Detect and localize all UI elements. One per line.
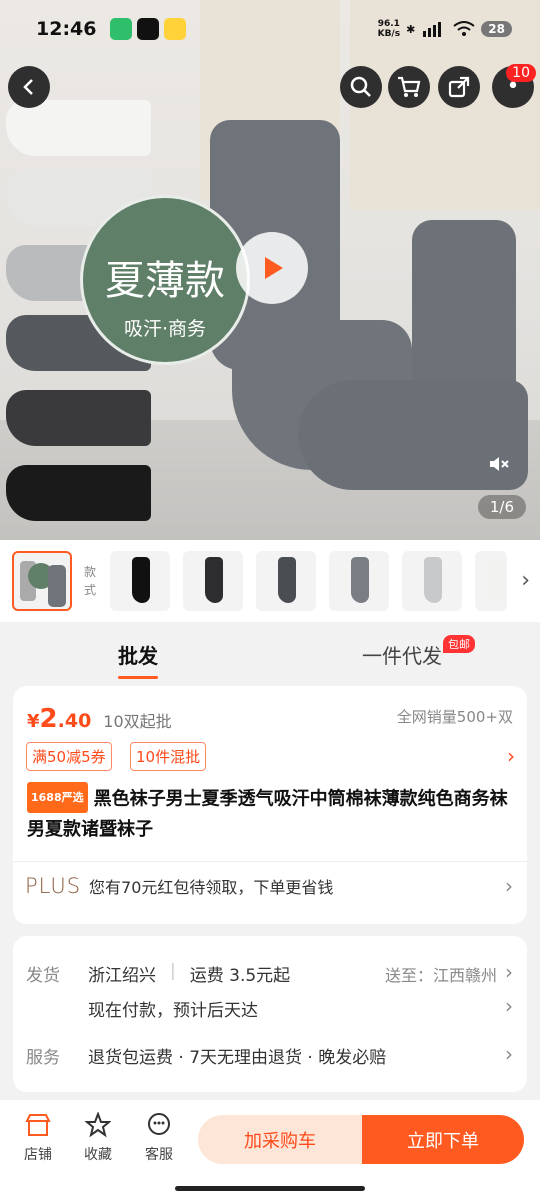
- price-row: ¥ 2 .40 10双起批: [27, 704, 172, 734]
- ship-eta: 现在付款，预计后天达: [88, 1001, 258, 1021]
- thumb-light-gray[interactable]: [402, 551, 462, 611]
- wifi-icon: [453, 21, 475, 36]
- price-integer: 2: [39, 704, 58, 734]
- back-button[interactable]: [8, 66, 50, 108]
- min-order: 10双起批: [103, 712, 172, 731]
- play-video-button[interactable]: [236, 232, 308, 304]
- product-title: 1688严选 黑色袜子男士夏季透气吸汗中筒棉袜薄款纯色商务袜男夏款诸暨袜子: [27, 782, 517, 844]
- play-icon: [265, 257, 283, 279]
- product-info-card: ¥ 2 .40 10双起批 全网销量500+双 满50减5券 10件混批 › 1…: [13, 686, 527, 924]
- star-icon: [85, 1112, 111, 1138]
- source-tag: 1688严选: [27, 782, 88, 813]
- shipping-card: 发货 浙江绍兴 | 运费 3.5元起 送至：江西赣州 › 现在付款，预计后天达 …: [13, 936, 527, 1092]
- app-notification-icon: [110, 18, 133, 40]
- sock-black: [6, 465, 151, 521]
- tab-dropship[interactable]: 一件代发: [362, 640, 442, 669]
- favorite-label: 收藏: [84, 1147, 112, 1163]
- share-icon: [448, 76, 470, 98]
- tab-active-indicator: [118, 676, 158, 679]
- image-page-indicator: 1/6: [477, 495, 526, 519]
- mixed-batch-tag[interactable]: 10件混批: [130, 742, 207, 771]
- ship-fee: 运费 3.5元起: [189, 966, 291, 986]
- ship-origin: 浙江绍兴: [88, 966, 156, 986]
- thumb-white[interactable]: [475, 551, 507, 611]
- ship-destination[interactable]: 送至：江西赣州: [385, 962, 497, 986]
- free-shipping-badge: 包邮: [443, 635, 475, 653]
- chevron-right-icon[interactable]: ›: [505, 960, 513, 984]
- search-icon: [350, 76, 371, 97]
- plus-logo: PLUS: [25, 874, 82, 898]
- tab-wholesale[interactable]: 批发: [118, 640, 158, 669]
- service-label: 客服: [145, 1147, 173, 1163]
- sock-charcoal: [6, 390, 151, 446]
- sock-white-1: [6, 100, 151, 156]
- service-text: 退货包运费 · 7天无理由退货 · 晚发必赔: [88, 1048, 387, 1068]
- divider: [13, 861, 527, 862]
- thumb-main[interactable]: [12, 551, 72, 611]
- net-speed: 96.1 KB/s: [378, 19, 400, 39]
- share-button[interactable]: [438, 66, 480, 108]
- home-indicator: [175, 1186, 365, 1191]
- shipping-row[interactable]: 发货 浙江绍兴 | 运费 3.5元起: [26, 961, 290, 986]
- service-label: 服务: [26, 1048, 60, 1068]
- signal-icon: [423, 22, 442, 37]
- thumb-black[interactable]: [110, 551, 170, 611]
- bottom-action-bar: 店铺 收藏 客服 加采购车 立即下单: [0, 1100, 540, 1200]
- cart-count-badge: 10: [506, 64, 536, 82]
- shop-button[interactable]: 店铺: [13, 1110, 63, 1164]
- customer-service-button[interactable]: 客服: [134, 1110, 184, 1164]
- status-time: 12:46: [36, 18, 97, 40]
- currency-symbol: ¥: [27, 711, 40, 732]
- chat-icon: [148, 1113, 170, 1135]
- more-dots-icon: •: [506, 74, 520, 99]
- style-thumbnail-strip: 款式: [0, 540, 540, 622]
- badge-big-text: 夏薄款: [105, 258, 225, 304]
- shop-icon: [25, 1114, 51, 1136]
- sales-count: 全网销量500+双: [396, 708, 513, 726]
- thumb-charcoal[interactable]: [183, 551, 243, 611]
- price-decimal: .40: [57, 710, 92, 732]
- net-speed-unit: KB/s: [377, 29, 401, 39]
- coupon-tag[interactable]: 满50减5券: [26, 742, 112, 771]
- search-button[interactable]: [340, 66, 382, 108]
- favorite-button[interactable]: 收藏: [73, 1110, 123, 1164]
- thumb-gray[interactable]: [329, 551, 389, 611]
- chevron-right-icon[interactable]: ›: [521, 568, 530, 593]
- summer-thin-badge: 夏薄款 吸汗·商务: [80, 195, 250, 365]
- purchase-mode-tabs: 批发 一件代发: [0, 622, 540, 686]
- style-label: 款式: [84, 565, 97, 597]
- mute-icon[interactable]: [487, 452, 511, 480]
- chevron-right-icon[interactable]: ›: [505, 874, 513, 898]
- buy-now-button[interactable]: 立即下单: [362, 1115, 524, 1164]
- separator: |: [170, 961, 176, 981]
- add-to-cart-button[interactable]: 加采购车: [198, 1115, 362, 1164]
- promo-chevron-icon[interactable]: ›: [507, 744, 515, 768]
- weibo-icon: [164, 18, 187, 40]
- tiktok-icon: [137, 18, 160, 40]
- shop-label: 店铺: [24, 1147, 52, 1163]
- thumb-dark-gray[interactable]: [256, 551, 316, 611]
- ship-label: 发货: [26, 966, 60, 986]
- net-speed-value: 96.1: [377, 19, 400, 29]
- chevron-right-icon[interactable]: ›: [505, 994, 513, 1018]
- chevron-left-icon: [23, 79, 33, 95]
- status-bar: 12:46 96.1 KB/s ✱ 28: [0, 0, 540, 58]
- chevron-right-icon[interactable]: ›: [505, 1042, 513, 1066]
- badge-small-text: 吸汗·商务: [123, 318, 207, 340]
- product-title-text: 黑色袜子男士夏季透气吸汗中筒棉袜薄款纯色商务袜男夏款诸暨袜子: [27, 788, 508, 841]
- battery-level: 28: [481, 21, 512, 37]
- plus-coupon-row[interactable]: PLUS 您有70元红包待领取，下单更省钱: [25, 874, 333, 898]
- eta-row: 现在付款，预计后天达: [88, 996, 258, 1021]
- service-row[interactable]: 服务 退货包运费 · 7天无理由退货 · 晚发必赔: [26, 1043, 386, 1068]
- cart-button[interactable]: [388, 66, 430, 108]
- bluetooth-icon: ✱: [406, 22, 416, 36]
- cart-icon: [398, 76, 421, 97]
- plus-text: 您有70元红包待领取，下单更省钱: [89, 878, 334, 897]
